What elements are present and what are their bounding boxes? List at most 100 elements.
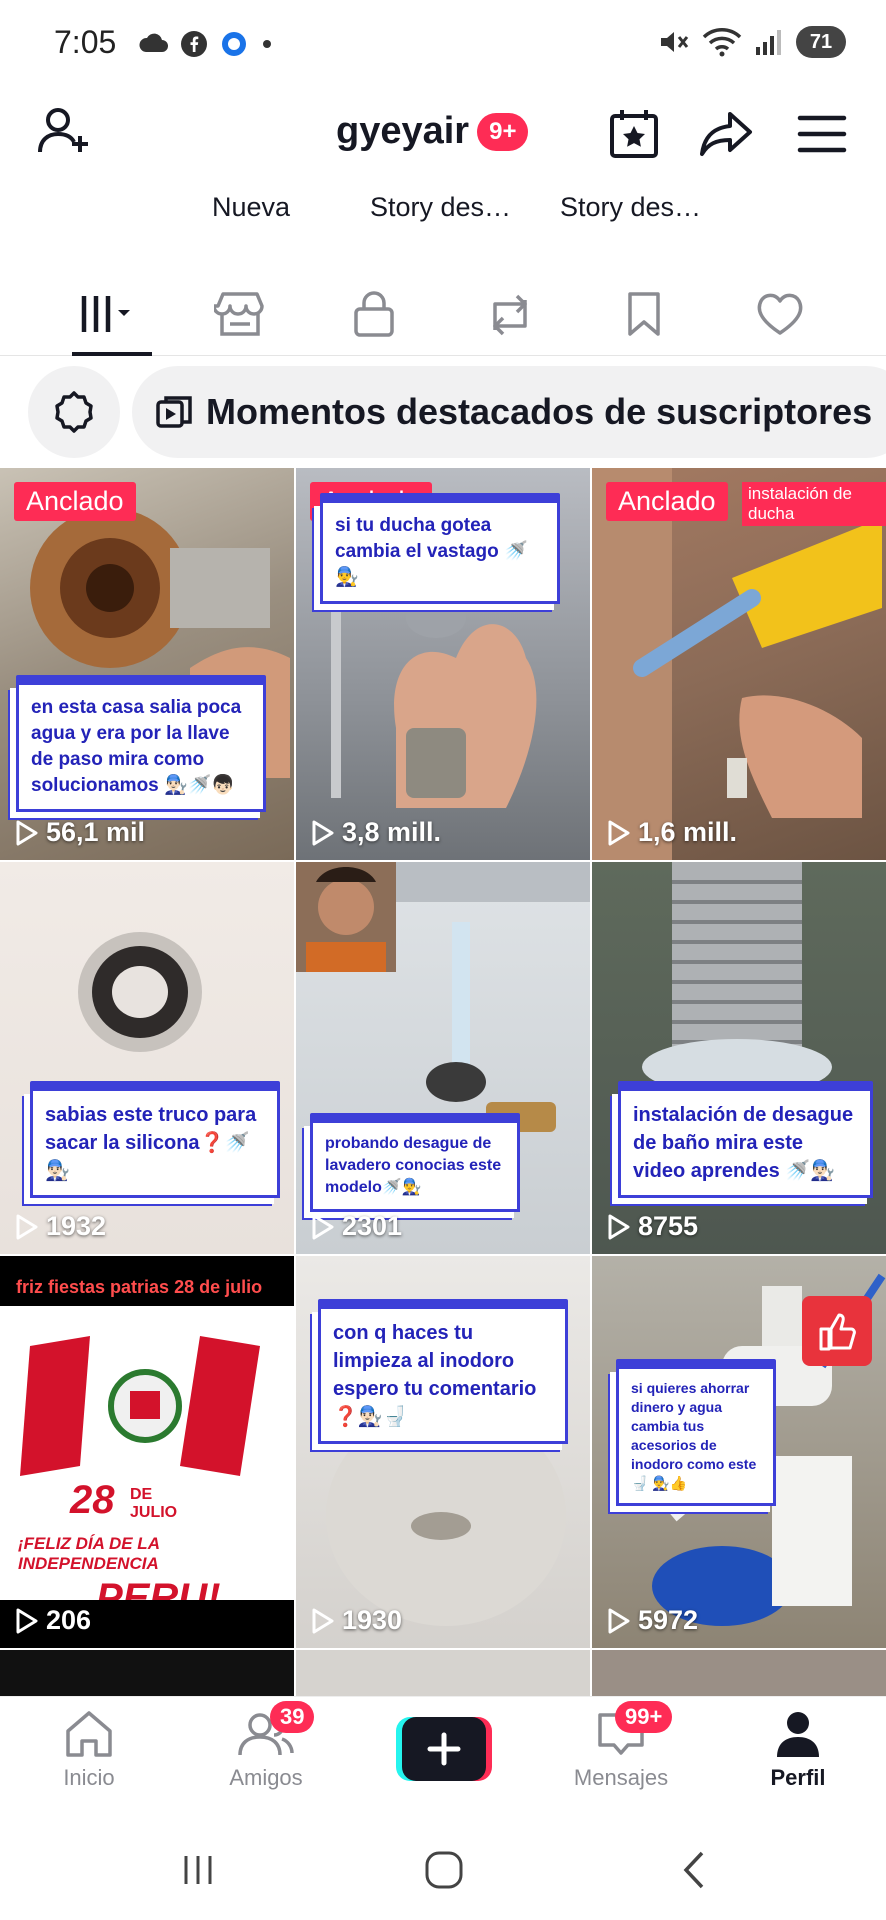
- videos-grid-icon: [81, 296, 130, 332]
- friends-badge: 39: [270, 1701, 315, 1733]
- status-bar: 7:05 71: [0, 0, 886, 92]
- view-count-value: 1932: [46, 1211, 107, 1241]
- video-caption: con q haces tu limpieza al inodoro esper…: [318, 1299, 568, 1444]
- subscriber-highlights-chip[interactable]: Momentos destacados de suscriptores: [132, 366, 886, 458]
- messenger-icon: [222, 32, 246, 56]
- video-tile[interactable]: friz fiestas patrias 28 de julio 28 DE J…: [0, 1256, 294, 1648]
- video-tile[interactable]: [296, 1650, 590, 1696]
- status-time: 7:05: [54, 24, 117, 60]
- back-chevron-icon: [683, 1851, 704, 1889]
- video-tile[interactable]: Anclado si tu ducha gotea cambia el vast…: [296, 468, 590, 860]
- settings-button[interactable]: [28, 366, 120, 458]
- view-count: 8755: [606, 1211, 698, 1242]
- wifi-icon: [702, 28, 742, 57]
- repost-icon: [493, 294, 527, 336]
- video-tile[interactable]: si quieres ahorrar dinero y agua cambia …: [592, 1256, 886, 1648]
- create-button[interactable]: [396, 1717, 492, 1781]
- video-tile[interactable]: Anclado instalación de ducha 1,6 mill.: [592, 468, 886, 860]
- notification-icons: [138, 30, 274, 58]
- tab-shop[interactable]: [210, 284, 270, 344]
- play-icon: [608, 1608, 630, 1633]
- back-button[interactable]: [664, 1840, 724, 1900]
- notification-badge: 9+: [477, 112, 529, 151]
- video-tile[interactable]: con q haces tu limpieza al inodoro esper…: [296, 1256, 590, 1648]
- add-friend-icon[interactable]: [36, 104, 92, 160]
- tab-reposts[interactable]: [480, 284, 540, 344]
- headline: ¡FELIZ DÍA DE LA INDEPENDENCIA: [18, 1534, 160, 1573]
- highlights-row: Momentos destacados de suscriptores: [0, 356, 886, 468]
- messages-badge: 99+: [615, 1701, 673, 1733]
- tab-saved[interactable]: [614, 284, 674, 344]
- home-icon: [66, 1711, 112, 1757]
- video-grid: Anclado en esta casa salia poca agua y e…: [0, 468, 886, 1696]
- view-count-value: 206: [46, 1605, 92, 1635]
- cloud-icon: [139, 33, 168, 52]
- story-new[interactable]: Nueva: [212, 192, 290, 223]
- calendar-star-icon[interactable]: [606, 106, 662, 162]
- view-count-value: 2301: [342, 1211, 403, 1241]
- video-tile[interactable]: Anclado en esta casa salia poca agua y e…: [0, 468, 294, 860]
- play-icon: [608, 1214, 630, 1239]
- profile-icon: [777, 1712, 819, 1757]
- video-caption: probando desague de lavadero conocias es…: [310, 1113, 520, 1212]
- video-tile[interactable]: probando desague de lavadero conocias es…: [296, 862, 590, 1254]
- nav-home[interactable]: Inicio: [29, 1709, 149, 1791]
- view-count: 206: [14, 1605, 91, 1636]
- view-count-value: 5972: [638, 1605, 699, 1635]
- highlights-icon: [156, 396, 192, 428]
- facebook-icon: [181, 31, 207, 57]
- mute-icon: [661, 32, 689, 52]
- stories-row: Nueva Story des… Story des…: [0, 192, 886, 238]
- system-navigation: [0, 1804, 886, 1920]
- play-icon: [16, 1214, 38, 1239]
- gear-icon: [55, 391, 93, 433]
- profile-header: gyeyair 9+: [0, 92, 886, 192]
- date-month: DE JULIO: [130, 1486, 178, 1521]
- nav-friends[interactable]: Amigos 39: [206, 1701, 326, 1791]
- nav-friends-label: Amigos: [229, 1765, 303, 1790]
- thumbs-up-icon: [819, 1313, 856, 1351]
- tab-private[interactable]: [344, 284, 404, 344]
- recent-apps-button[interactable]: [168, 1840, 228, 1900]
- video-tile[interactable]: [592, 1650, 886, 1696]
- heart-icon: [757, 293, 803, 335]
- play-icon: [16, 820, 38, 845]
- plus-icon: [396, 1717, 492, 1781]
- story-highlight-2[interactable]: Story des…: [560, 192, 701, 223]
- view-count-value: 1930: [342, 1605, 403, 1635]
- view-count: 56,1 mil: [14, 817, 145, 848]
- play-icon: [608, 820, 630, 845]
- view-count: 1,6 mill.: [606, 817, 737, 848]
- view-count-value: 1,6 mill.: [638, 817, 738, 847]
- overlay-label: instalación de ducha: [742, 482, 886, 526]
- battery-indicator: 71: [796, 26, 846, 58]
- home-system-button[interactable]: [414, 1840, 474, 1900]
- tab-videos[interactable]: [80, 284, 140, 344]
- play-icon: [312, 1608, 334, 1633]
- view-count: 1930: [310, 1605, 402, 1636]
- like-sticker: [802, 1296, 872, 1366]
- video-thumbnail: [592, 468, 882, 860]
- account-switcher[interactable]: gyeyair 9+: [336, 110, 529, 153]
- nav-messages-label: Mensajes: [573, 1765, 669, 1790]
- video-tile[interactable]: [0, 1650, 294, 1696]
- menu-icon[interactable]: [794, 106, 850, 162]
- nav-messages[interactable]: Mensajes 99+: [561, 1701, 681, 1791]
- view-count: 3,8 mill.: [310, 817, 441, 848]
- bookmark-icon: [628, 292, 660, 336]
- highlights-label: Momentos destacados de suscriptores: [206, 391, 873, 432]
- view-count: 5972: [606, 1605, 698, 1636]
- video-tile[interactable]: sabias este truco para sacar la silicona…: [0, 862, 294, 1254]
- view-count-value: 56,1 mil: [46, 817, 146, 847]
- story-highlight-1[interactable]: Story des…: [370, 192, 511, 223]
- system-status-icons: 71: [658, 26, 846, 58]
- home-circle-icon: [425, 1851, 463, 1889]
- tab-liked[interactable]: [750, 284, 810, 344]
- content-tabs: [0, 270, 886, 356]
- nav-profile[interactable]: Perfil: [738, 1709, 858, 1791]
- pinned-badge: Anclado: [14, 482, 136, 521]
- view-count: 2301: [310, 1211, 402, 1242]
- share-icon[interactable]: [698, 106, 754, 162]
- date-number: 28: [70, 1478, 115, 1522]
- video-tile[interactable]: instalación de desague de baño mira este…: [592, 862, 886, 1254]
